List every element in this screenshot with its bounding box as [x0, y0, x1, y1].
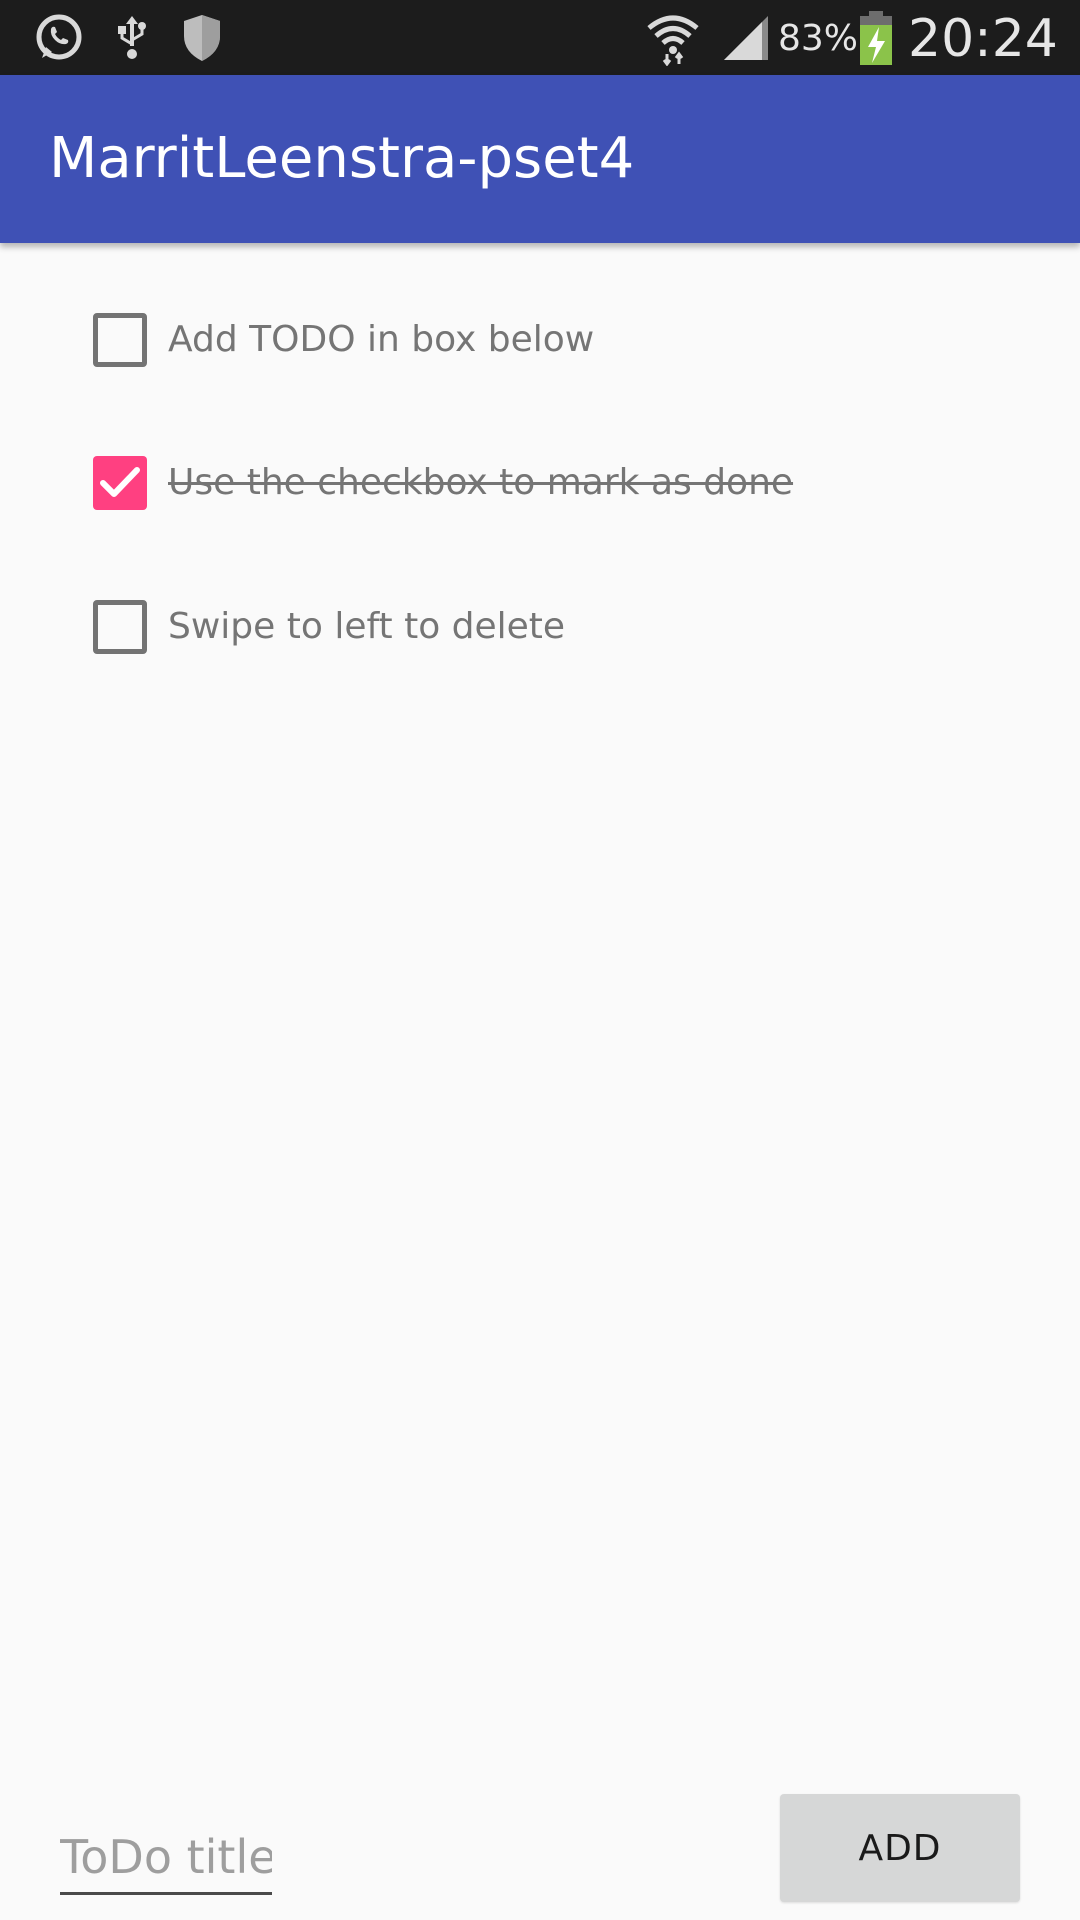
battery-charging-icon: [856, 0, 896, 75]
app-bar: MarritLeenstra-pset4: [0, 75, 1080, 243]
todo-item[interactable]: Use the checkbox to mark as done: [0, 428, 1080, 538]
checkmark-icon: [100, 467, 140, 497]
todo-item[interactable]: Swipe to left to delete: [0, 572, 1080, 682]
add-button[interactable]: ADD: [780, 1794, 1020, 1902]
todo-item[interactable]: Add TODO in box below: [0, 285, 1080, 395]
signal-icon: [720, 0, 772, 75]
todo-text: Use the checkbox to mark as done: [168, 462, 794, 503]
status-bar: 83% 20:24: [0, 0, 1080, 75]
usb-icon: [110, 0, 154, 75]
todo-checkbox[interactable]: [93, 600, 147, 654]
shield-icon: [178, 0, 226, 75]
todo-text: Swipe to left to delete: [168, 606, 566, 647]
whatsapp-icon: [30, 0, 86, 75]
battery-percent: 83%: [778, 18, 859, 59]
todo-title-input[interactable]: [60, 1822, 272, 1895]
todo-checkbox-checked[interactable]: [93, 456, 147, 510]
wifi-icon: [644, 0, 702, 75]
todo-checkbox[interactable]: [93, 313, 147, 367]
app-title: MarritLeenstra-pset4: [49, 126, 635, 191]
todo-text: Add TODO in box below: [168, 319, 595, 360]
status-time: 20:24: [908, 9, 1058, 69]
